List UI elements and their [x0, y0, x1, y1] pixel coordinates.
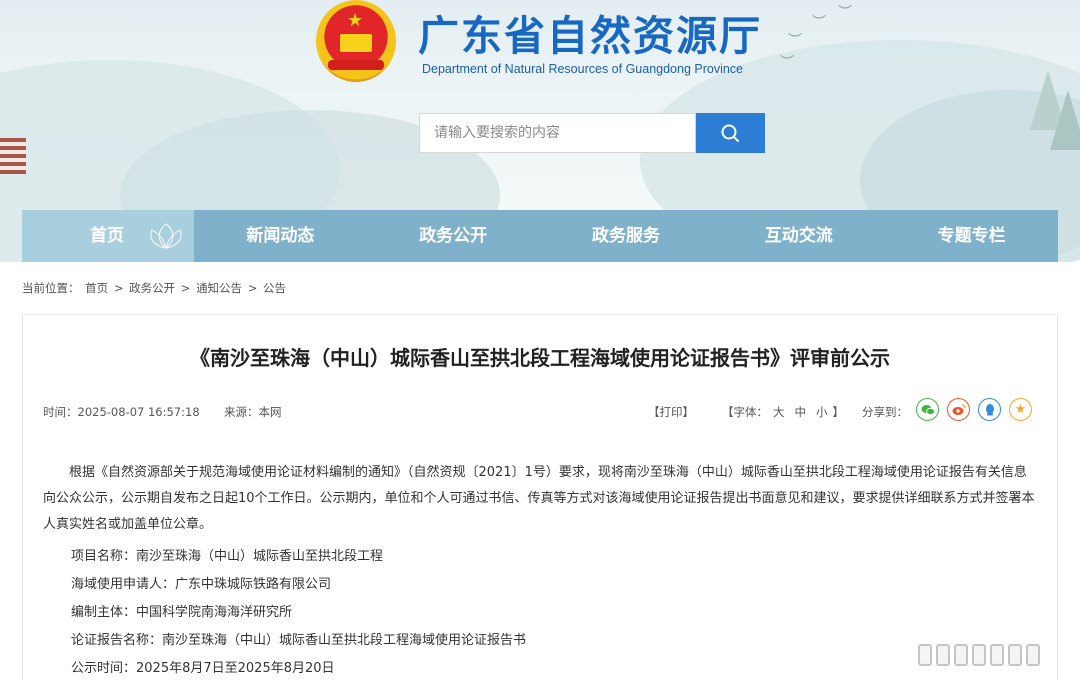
- nav-item-interaction[interactable]: 互动交流: [712, 210, 885, 262]
- article-title: 《南沙至珠海（中山）城际香山至拱北段工程海域使用论证报告书》评审前公示: [190, 346, 890, 370]
- breadcrumb-prefix: 当前位置：: [22, 281, 80, 295]
- weibo-glyph: [952, 403, 966, 415]
- breadcrumb-separator: >: [180, 281, 191, 295]
- main-nav: 首页 新闻动态 政务公开 政务服务 互动交流 专题专栏: [22, 210, 1058, 262]
- star-icon: ★: [347, 10, 364, 31]
- site-subtitle: Department of Natural Resources of Guang…: [422, 62, 744, 76]
- nav-item-services[interactable]: 政务服务: [540, 210, 713, 262]
- article-paragraph: 根据《自然资源部关于规范海域使用论证材料编制的通知》（自然资规〔2021〕1号）…: [43, 465, 1035, 532]
- share-label: 分享到：: [862, 405, 908, 419]
- background-tree: [1050, 90, 1080, 150]
- watermark-shape: [936, 644, 950, 666]
- lotus-icon: [150, 223, 182, 249]
- watermark-shape: [972, 644, 986, 666]
- wechat-icon[interactable]: [916, 398, 939, 421]
- bird-icon: ︶: [812, 15, 826, 31]
- watermark-shape: [1008, 644, 1022, 666]
- bird-icon: ︶: [838, 5, 852, 21]
- nav-item-topics[interactable]: 专题专栏: [885, 210, 1058, 262]
- detail-applicant: 海域使用申请人：广东中珠城际铁路有限公司: [71, 577, 332, 592]
- detail-compiler: 编制主体：中国科学院南海海洋研究所: [71, 605, 293, 620]
- detail-project-name: 项目名称：南沙至珠海（中山）城际香山至拱北段工程: [71, 549, 384, 564]
- nav-item-government-affairs[interactable]: 政务公开: [367, 210, 540, 262]
- breadcrumb-item[interactable]: 公告: [263, 281, 286, 295]
- font-size-medium-button[interactable]: 中: [795, 405, 807, 419]
- breadcrumb-item[interactable]: 政务公开: [129, 281, 175, 295]
- breadcrumb-item[interactable]: 通知公告: [196, 281, 242, 295]
- search-icon: [721, 124, 739, 142]
- font-size-small-button[interactable]: 小: [816, 405, 828, 419]
- font-size-suffix: 】: [832, 405, 845, 419]
- bird-icon: ︶: [780, 55, 794, 71]
- weibo-icon[interactable]: [947, 398, 970, 421]
- breadcrumb-separator: >: [247, 281, 258, 295]
- breadcrumb-item[interactable]: 首页: [85, 281, 108, 295]
- print-button[interactable]: 【打印】: [648, 404, 694, 420]
- search-input[interactable]: [419, 113, 696, 153]
- search-button[interactable]: [696, 113, 765, 153]
- breadcrumb-separator: >: [113, 281, 124, 295]
- font-size-large-button[interactable]: 大: [773, 405, 785, 419]
- font-size-prefix: 【字体：: [722, 405, 768, 419]
- nav-item-home[interactable]: 首页: [22, 210, 194, 262]
- watermark-shape: [990, 644, 1004, 666]
- background-building: [0, 138, 26, 174]
- bird-icon: ︶: [788, 33, 802, 49]
- watermark: [918, 640, 1068, 670]
- nav-item-label: 首页: [90, 226, 124, 246]
- publish-time: 时间：2025-08-07 16:57:18: [43, 405, 200, 419]
- article-source: 来源：本网: [224, 405, 282, 419]
- breadcrumb: 当前位置： 首页 > 政务公开 > 通知公告 > 公告: [22, 280, 288, 296]
- qq-icon[interactable]: [978, 398, 1001, 421]
- national-emblem-logo[interactable]: ★: [316, 0, 396, 82]
- font-size-control: 【字体： 大中小】: [722, 404, 844, 420]
- detail-publicity-period: 公示时间：2025年8月7日至2025年8月20日: [71, 661, 335, 676]
- qq-glyph: [985, 403, 994, 415]
- qzone-star-icon: ★: [1014, 402, 1027, 417]
- detail-report-name: 论证报告名称：南沙至珠海（中山）城际香山至拱北段工程海域使用论证报告书: [71, 633, 527, 648]
- site-title[interactable]: 广东省自然资源厅: [418, 2, 762, 62]
- watermark-shape: [954, 644, 968, 666]
- qzone-icon[interactable]: ★: [1009, 398, 1032, 421]
- watermark-shape: [918, 644, 932, 666]
- nav-item-news[interactable]: 新闻动态: [194, 210, 367, 262]
- watermark-shape: [1026, 644, 1040, 666]
- tiananmen-icon: [340, 34, 372, 52]
- ribbon-icon: [328, 60, 384, 70]
- wechat-glyph: [921, 404, 935, 415]
- article-body: 根据《自然资源部关于规范海域使用论证材料编制的通知》（自然资规〔2021〕1号）…: [43, 460, 1038, 538]
